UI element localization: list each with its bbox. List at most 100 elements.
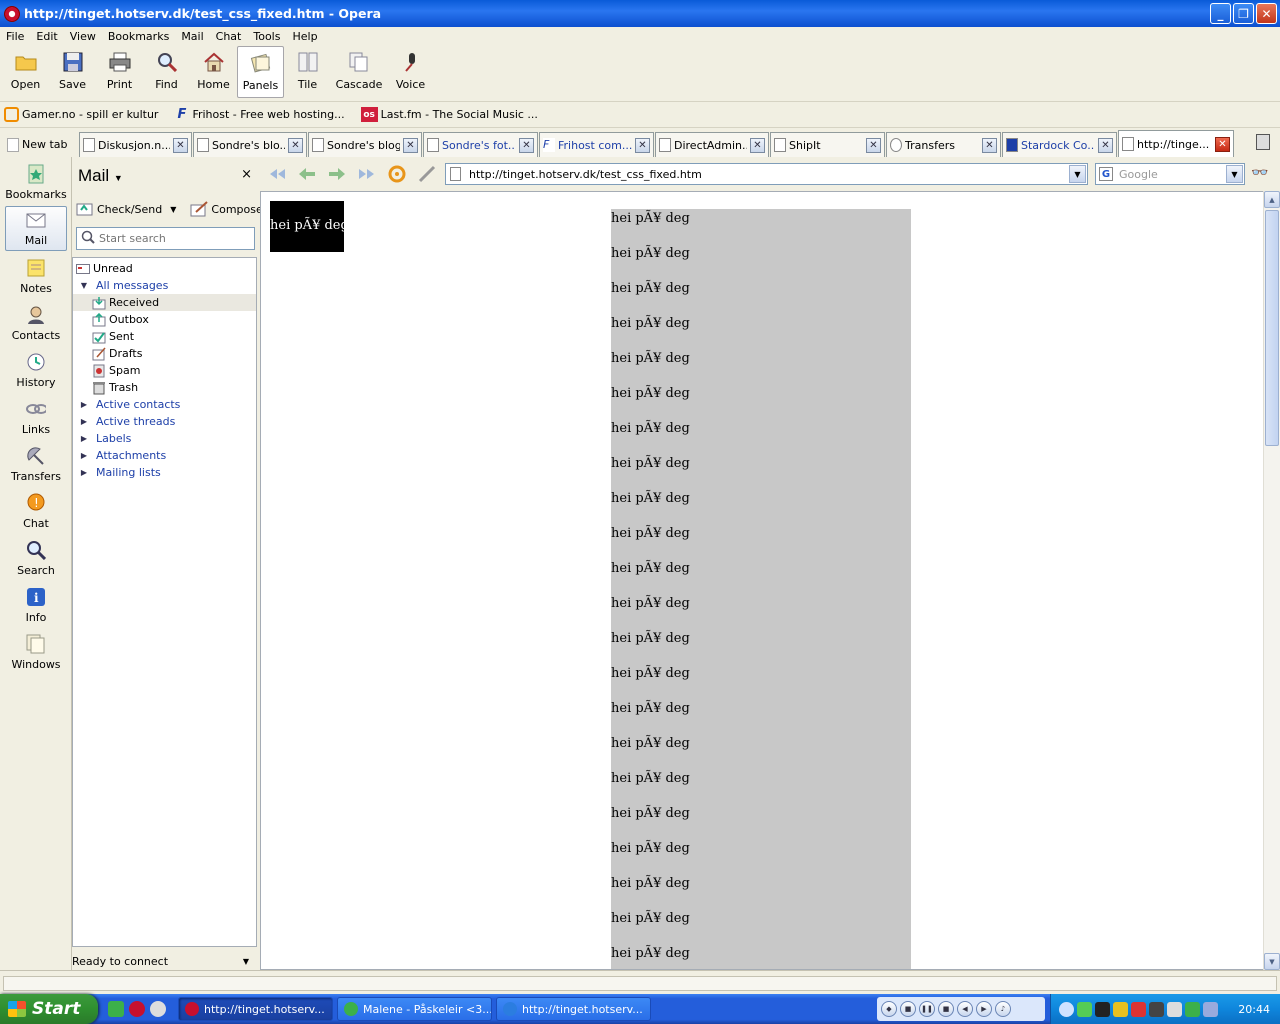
chevron-down-icon[interactable]: ▼ — [1226, 165, 1243, 183]
opera-icon[interactable] — [4, 5, 20, 22]
bookmark-frihost[interactable]: F Frihost - Free web hosting... — [174, 107, 345, 122]
tray-messenger-icon[interactable] — [1185, 1001, 1200, 1017]
trash-icon[interactable] — [1256, 134, 1270, 150]
panels-button[interactable]: Panels — [237, 46, 284, 98]
minimize-button[interactable]: _ — [1210, 3, 1231, 24]
tab-close-icon[interactable]: ✕ — [866, 137, 881, 153]
back-icon[interactable] — [294, 163, 320, 185]
tray-shield-icon[interactable] — [1113, 1001, 1128, 1017]
tab-tinget[interactable]: http://tinge... ✕ — [1118, 130, 1234, 157]
menu-chat[interactable]: Chat — [210, 30, 248, 43]
scroll-down-icon[interactable]: ▼ — [1264, 953, 1280, 970]
tab-frihost[interactable]: F Frihost com... ✕ — [539, 132, 654, 157]
panel-search[interactable]: Search — [5, 535, 67, 580]
tab-close-icon[interactable]: ✕ — [982, 137, 997, 153]
tray-cat-icon[interactable] — [1095, 1001, 1110, 1017]
collapsed-arrow-icon[interactable]: ▶ — [79, 451, 89, 460]
panel-info[interactable]: i Info — [5, 582, 67, 627]
folder-labels[interactable]: ▶ Labels — [73, 430, 256, 447]
folder-spam[interactable]: Spam — [73, 362, 256, 379]
folder-attachments[interactable]: ▶ Attachments — [73, 447, 256, 464]
new-tab-button[interactable]: New tab — [4, 132, 78, 157]
panel-links[interactable]: Links — [5, 394, 67, 439]
tab-sondres-foto[interactable]: Sondre's fot... ✕ — [423, 132, 538, 157]
mail-search-box[interactable] — [76, 227, 255, 250]
folder-trash[interactable]: Trash — [73, 379, 256, 396]
bookmark-lastfm[interactable]: os Last.fm - The Social Music ... — [360, 107, 538, 122]
folder-received[interactable]: Received — [73, 294, 256, 311]
address-url[interactable]: http://tinget.hotserv.dk/test_css_fixed.… — [469, 168, 702, 181]
tile-button[interactable]: Tile — [284, 46, 331, 98]
start-button[interactable]: Start — [0, 994, 98, 1024]
mail-search-input[interactable] — [99, 232, 249, 245]
next-icon[interactable]: ▶ — [976, 1001, 992, 1017]
folder-active-threads[interactable]: ▶ Active threads — [73, 413, 256, 430]
glasses-icon[interactable]: 👓 — [1251, 165, 1268, 181]
vertical-scrollbar[interactable]: ▲ ▼ — [1263, 191, 1280, 970]
close-icon[interactable]: × — [241, 167, 252, 182]
tab-shipit[interactable]: ShipIt ✕ — [770, 132, 885, 157]
open-button[interactable]: Open — [2, 46, 49, 98]
tray-security-icon[interactable] — [1131, 1001, 1146, 1017]
tab-close-icon[interactable]: ✕ — [635, 137, 650, 153]
opera-icon[interactable] — [129, 1001, 145, 1017]
tab-close-icon[interactable]: ✕ — [403, 137, 418, 153]
msn-icon[interactable] — [108, 1001, 124, 1017]
reload-icon[interactable] — [384, 163, 410, 185]
panel-chat[interactable]: ! Chat — [5, 488, 67, 533]
tab-close-icon[interactable]: ✕ — [750, 137, 765, 153]
tray-users-icon[interactable] — [1203, 1001, 1218, 1017]
folder-active-contacts[interactable]: ▶ Active contacts — [73, 396, 256, 413]
search-engine-field[interactable]: G Google ▼ — [1095, 163, 1245, 185]
tab-sondres-blog-1[interactable]: Sondre's blo... ✕ — [193, 132, 307, 157]
close-button[interactable]: ✕ — [1256, 3, 1277, 24]
panel-bookmarks[interactable]: Bookmarks — [5, 159, 67, 204]
voice-button[interactable]: Voice — [387, 46, 434, 98]
chevron-down-icon[interactable]: ▼ — [170, 205, 176, 214]
menu-bookmarks[interactable]: Bookmarks — [102, 30, 175, 43]
compose-button[interactable]: Compose — [190, 201, 263, 217]
pause-icon[interactable]: ❚❚ — [919, 1001, 935, 1017]
collapsed-arrow-icon[interactable]: ▶ — [79, 468, 89, 477]
fast-forward-icon[interactable] — [354, 163, 380, 185]
chevron-down-icon[interactable]: ▼ — [243, 957, 249, 966]
tab-close-icon[interactable]: ✕ — [173, 137, 188, 153]
folder-drafts[interactable]: Drafts — [73, 345, 256, 362]
tray-steam-icon[interactable] — [1149, 1001, 1164, 1017]
volume-icon[interactable]: ♪ — [995, 1001, 1011, 1017]
tab-close-icon[interactable]: ✕ — [1215, 136, 1230, 152]
tab-close-icon[interactable]: ✕ — [519, 137, 534, 153]
media-logo-icon[interactable]: ◆ — [881, 1001, 897, 1017]
menu-help[interactable]: Help — [286, 30, 323, 43]
stop-icon[interactable]: ■ — [938, 1001, 954, 1017]
menu-edit[interactable]: Edit — [30, 30, 63, 43]
stop-icon[interactable]: ■ — [900, 1001, 916, 1017]
check-send-button[interactable]: Check/Send ▼ — [76, 201, 176, 217]
tray-network-icon[interactable] — [1077, 1001, 1092, 1017]
collapsed-arrow-icon[interactable]: ▶ — [79, 400, 89, 409]
scroll-thumb[interactable] — [1265, 210, 1279, 446]
rewind-icon[interactable] — [264, 163, 290, 185]
expanded-arrow-icon[interactable]: ▼ — [79, 281, 89, 290]
menu-file[interactable]: File — [0, 30, 30, 43]
tab-diskusjon[interactable]: Diskusjon.n... ✕ — [79, 132, 192, 157]
tab-directadmin[interactable]: DirectAdmin... ✕ — [655, 132, 769, 157]
tab-close-icon[interactable]: ✕ — [1098, 137, 1113, 153]
tray-display-icon[interactable] — [1167, 1001, 1182, 1017]
panel-contacts[interactable]: Contacts — [5, 300, 67, 345]
menu-tools[interactable]: Tools — [247, 30, 286, 43]
scroll-up-icon[interactable]: ▲ — [1264, 191, 1280, 208]
panel-windows[interactable]: Windows — [5, 629, 67, 674]
task-msn-chat[interactable]: Malene - Påskeleir <3... — [337, 997, 492, 1021]
previous-icon[interactable]: ◀ — [957, 1001, 973, 1017]
address-field[interactable]: http://tinget.hotserv.dk/test_css_fixed.… — [445, 163, 1088, 185]
folder-all-messages[interactable]: ▼ All messages — [73, 277, 256, 294]
bookmark-gamer[interactable]: Gamer.no - spill er kultur — [4, 107, 158, 122]
folder-sent[interactable]: Sent — [73, 328, 256, 345]
menu-view[interactable]: View — [64, 30, 102, 43]
media-icon[interactable] — [150, 1001, 166, 1017]
collapsed-arrow-icon[interactable]: ▶ — [79, 434, 89, 443]
chevron-down-icon[interactable]: ▼ — [1069, 165, 1086, 183]
print-button[interactable]: Print — [96, 46, 143, 98]
tab-sondres-blogg[interactable]: Sondre's blogg ✕ — [308, 132, 422, 157]
